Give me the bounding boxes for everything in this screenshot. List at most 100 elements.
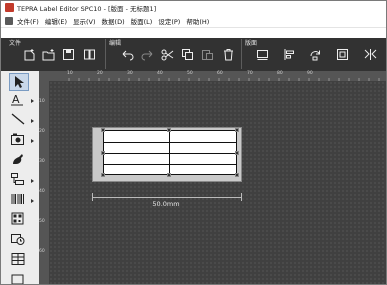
paste-icon <box>202 50 213 60</box>
svg-text:A: A <box>12 93 20 106</box>
tool-expand-arrow[interactable] <box>31 99 34 103</box>
ruler-tick-label: 40 <box>157 71 163 76</box>
menu-edit[interactable]: 编辑(E) <box>45 16 67 26</box>
length-dimension-line <box>92 197 242 198</box>
flip-icon <box>364 49 377 60</box>
center-button[interactable] <box>336 48 349 61</box>
new-document-button[interactable] <box>23 48 36 61</box>
menu-layout[interactable]: 版面(L) <box>131 16 153 26</box>
qrcode-icon <box>11 212 24 225</box>
label-length-text: 50.0mm <box>152 200 180 208</box>
text-icon: A <box>11 93 23 106</box>
open-button[interactable] <box>42 48 55 61</box>
clipart-tool[interactable] <box>9 151 27 167</box>
tool-expand-arrow[interactable] <box>31 179 34 183</box>
app-logo-icon <box>5 3 14 12</box>
vertical-ruler: 10 20 30 40 50 60 <box>39 81 49 284</box>
align-button[interactable] <box>283 48 296 61</box>
tool-palette: A <box>1 71 40 284</box>
ruler-tick-label: 10 <box>67 71 73 76</box>
ribbon-group-layout: 版面 <box>245 40 258 47</box>
flip-button[interactable] <box>364 48 377 61</box>
ruler-tick-label: 20 <box>39 129 45 134</box>
menu-data[interactable]: 数据(D) <box>102 16 125 26</box>
new-document-icon <box>24 49 35 61</box>
resize-handle-top-left[interactable] <box>101 128 105 132</box>
ruler-tick-label: 70 <box>247 71 253 76</box>
design-workspace[interactable] <box>49 81 386 284</box>
redo-icon <box>141 50 153 61</box>
ribbon-group-labels: 文件 编辑 版面 <box>1 38 386 47</box>
table-tool[interactable] <box>9 251 27 267</box>
title-bar: TEPRA Label Editor SPC10 - [版面 - 无标题1] <box>1 1 386 14</box>
ruler-tick-label: 40 <box>39 189 45 194</box>
resize-handle-top[interactable] <box>167 128 171 132</box>
copy-button[interactable] <box>181 48 194 61</box>
menu-help[interactable]: 帮助(H) <box>186 16 209 26</box>
ribbon-group-file: 文件 <box>9 40 22 47</box>
tool-expand-arrow[interactable] <box>31 199 34 203</box>
shape-icon <box>11 173 24 185</box>
menu-settings[interactable]: 设定(P) <box>158 16 180 26</box>
pointer-tool[interactable] <box>9 73 29 91</box>
table-icon <box>11 253 25 265</box>
ruler-tick-label: 30 <box>127 71 133 76</box>
save-icon <box>63 49 74 60</box>
undo-button[interactable] <box>121 48 134 61</box>
barcode-tool[interactable] <box>9 191 27 207</box>
ruler-tick-label: 10 <box>39 99 45 104</box>
ruler-tick-label: 30 <box>39 159 45 164</box>
ribbon-separator <box>105 39 106 69</box>
book-icon <box>84 49 95 60</box>
ruler-tick-label: 80 <box>277 71 283 76</box>
ribbon-group-edit: 编辑 <box>109 40 122 47</box>
menu-file[interactable]: 文件(F) <box>17 16 39 26</box>
resize-handle-left[interactable] <box>101 151 105 155</box>
tool-expand-arrow[interactable] <box>31 139 34 143</box>
resize-handle-right[interactable] <box>235 151 239 155</box>
horizontal-ruler: 10 20 30 40 50 60 70 80 90 <box>39 71 386 81</box>
ruler-tick-label: 50 <box>187 71 193 76</box>
ruler-tick-label: 50 <box>39 219 45 224</box>
redo-button[interactable] <box>141 48 154 61</box>
window-title: TEPRA Label Editor SPC10 - [版面 - 无标题1] <box>17 4 157 13</box>
resize-handle-bottom-left[interactable] <box>101 173 105 177</box>
align-icon <box>284 49 294 60</box>
document-menu-icon[interactable] <box>5 16 13 25</box>
book-button[interactable] <box>83 48 96 61</box>
resize-handle-bottom[interactable] <box>167 173 171 177</box>
clipart-icon <box>13 154 23 164</box>
qrcode-tool[interactable] <box>9 211 27 227</box>
cut-button[interactable] <box>161 48 174 61</box>
resize-handle-bottom-right[interactable] <box>235 173 239 177</box>
ruler-ticks <box>68 78 380 81</box>
center-icon <box>337 49 348 60</box>
image-tool[interactable] <box>9 131 27 147</box>
resize-handle-top-right[interactable] <box>235 128 239 132</box>
text-tool[interactable]: A <box>9 91 27 107</box>
line-tool[interactable] <box>9 111 27 127</box>
image-icon <box>11 133 24 145</box>
date-time-icon <box>11 234 25 245</box>
paste-button[interactable] <box>201 48 214 61</box>
shape-tool[interactable] <box>9 171 27 187</box>
copy-icon <box>182 49 193 60</box>
more-tool[interactable] <box>9 270 27 284</box>
more-icon <box>11 274 24 284</box>
app-window: TEPRA Label Editor SPC10 - [版面 - 无标题1] 文… <box>0 0 387 285</box>
frame-icon <box>257 50 268 60</box>
ruler-tick-label: 60 <box>217 71 223 76</box>
menu-view[interactable]: 显示(V) <box>73 16 96 26</box>
menu-bar: 文件(F) 编辑(E) 显示(V) 数据(D) 版面(L) 设定(P) 帮助(H… <box>1 14 386 28</box>
ruler-tick-label: 60 <box>39 249 45 254</box>
barcode-icon <box>11 194 24 204</box>
delete-button[interactable] <box>222 48 235 61</box>
save-button[interactable] <box>62 48 75 61</box>
pointer-icon <box>15 76 24 88</box>
open-icon <box>42 49 55 61</box>
tool-expand-arrow[interactable] <box>31 119 34 123</box>
rotate-button[interactable] <box>309 48 322 61</box>
date-time-tool[interactable] <box>9 231 27 247</box>
table-row-divider <box>103 153 237 154</box>
frame-button[interactable] <box>256 48 269 61</box>
